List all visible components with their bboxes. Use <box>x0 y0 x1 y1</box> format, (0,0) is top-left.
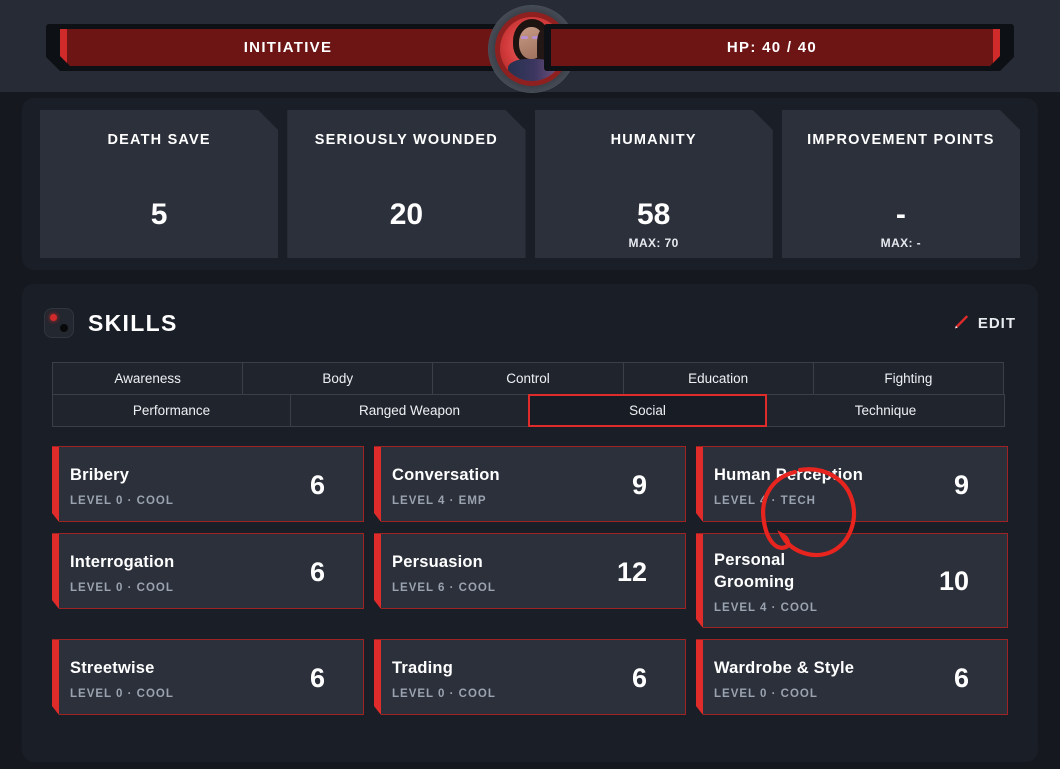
tab-awareness[interactable]: Awareness <box>52 362 244 395</box>
edit-label: EDIT <box>977 314 1016 332</box>
tab-performance[interactable]: Performance <box>52 394 291 427</box>
stat-title: IMPROVEMENT POINTS <box>807 132 995 148</box>
stats-panel: DEATH SAVE 5 SERIOUSLY WOUNDED 20 HUMANITY 58… <box>22 98 1038 270</box>
hp-label: HP: 40 / 40 <box>726 39 818 56</box>
pencil-icon <box>954 315 968 329</box>
skill-value: 6 <box>309 556 325 587</box>
skill-card[interactable]: Personal Grooming LEVEL 4 · COOL 10 <box>696 533 1008 628</box>
skill-name: Human Perception <box>714 465 863 484</box>
skill-value: 6 <box>309 469 325 500</box>
skills-panel: SKILLS EDIT Awareness Body Control Educatio… <box>22 284 1038 762</box>
skill-info: Wardrobe & Style LEVEL 0 · COOL <box>714 657 944 700</box>
skill-card[interactable]: Streetwise LEVEL 0 · COOL 6 <box>52 639 364 715</box>
top-status-bar: INITIATIVE HP: 40 / 40 <box>0 0 1060 92</box>
initiative-label: INITIATIVE <box>243 39 333 56</box>
stats-row: DEATH SAVE 5 SERIOUSLY WOUNDED 20 HUMANITY 58… <box>40 110 1020 258</box>
skill-info: Persuasion LEVEL 6 · COOL <box>392 551 607 594</box>
skill-meta: LEVEL 4 · COOL <box>714 602 818 614</box>
skill-card[interactable]: Conversation LEVEL 4 · EMP 9 <box>374 446 686 522</box>
skill-value: 12 <box>616 556 647 587</box>
stat-value: 5 <box>150 198 168 231</box>
tab-technique[interactable]: Technique <box>766 394 1005 427</box>
skill-meta: LEVEL 0 · COOL <box>70 494 174 507</box>
skill-info: Bribery LEVEL 0 · COOL <box>70 464 300 507</box>
stat-card[interactable]: DEATH SAVE 5 <box>40 110 278 258</box>
skill-category-tabs: Awareness Body Control Education Fighting Per… <box>52 362 1008 427</box>
skill-card[interactable]: Bribery LEVEL 0 · COOL 6 <box>52 446 364 522</box>
stat-title: SERIOUSLY WOUNDED <box>314 132 498 148</box>
skill-value: 9 <box>631 469 647 500</box>
skill-info: Conversation LEVEL 4 · EMP <box>392 464 622 507</box>
dice-pip-dark <box>60 324 68 332</box>
skill-card[interactable]: Wardrobe & Style LEVEL 0 · COOL 6 <box>696 639 1008 715</box>
tab-body[interactable]: Body <box>242 362 434 395</box>
dice-icon <box>44 308 74 338</box>
skill-info: Human Perception LEVEL 4 · TECH <box>714 464 944 507</box>
skill-name: Interrogation <box>70 552 175 571</box>
stat-max: MAX: 70 <box>628 236 679 250</box>
skill-meta: LEVEL 4 · EMP <box>392 494 487 507</box>
skill-grid: Bribery LEVEL 0 · COOL 6 Conversation LEVEL … <box>52 446 1008 715</box>
stat-card[interactable]: HUMANITY 58 MAX: 70 <box>535 110 773 258</box>
page-title: SKILLS <box>88 309 178 336</box>
tab-control[interactable]: Control <box>432 362 624 395</box>
skill-meta: LEVEL 0 · COOL <box>392 687 496 700</box>
character-sheet-app: INITIATIVE HP: 40 / 40 DEATH SAVE 5 SERI… <box>0 0 1060 769</box>
skill-value: 6 <box>953 662 969 693</box>
portrait-eye-left <box>521 36 528 39</box>
stat-value: 20 <box>389 198 424 231</box>
edit-button[interactable]: EDIT <box>950 313 1016 333</box>
stat-title: DEATH SAVE <box>107 132 211 148</box>
tab-social[interactable]: Social <box>528 394 767 427</box>
skill-meta: LEVEL 4 · TECH <box>714 494 816 507</box>
skill-meta: LEVEL 0 · COOL <box>714 687 818 700</box>
skill-meta: LEVEL 6 · COOL <box>392 581 496 594</box>
skill-value: 6 <box>309 662 325 693</box>
tab-education[interactable]: Education <box>622 362 814 395</box>
skill-name: Streetwise <box>70 658 155 677</box>
skills-header: SKILLS EDIT <box>44 304 1016 342</box>
skill-card[interactable]: Trading LEVEL 0 · COOL 6 <box>374 639 686 715</box>
stat-title: HUMANITY <box>610 132 697 148</box>
skill-name: Persuasion <box>392 552 483 571</box>
stat-value: 58 <box>636 198 671 231</box>
hp-bar[interactable]: HP: 40 / 40 <box>544 24 1014 71</box>
skill-name: Bribery <box>70 465 130 484</box>
initiative-bar[interactable]: INITIATIVE <box>46 24 516 71</box>
skill-meta: LEVEL 0 · COOL <box>70 581 174 594</box>
stat-card[interactable]: IMPROVEMENT POINTS - MAX: - <box>782 110 1020 258</box>
skill-card[interactable]: Human Perception LEVEL 4 · TECH 9 <box>696 446 1008 522</box>
skill-card[interactable]: Interrogation LEVEL 0 · COOL 6 <box>52 533 364 609</box>
initiative-bar-fill: INITIATIVE <box>60 29 509 66</box>
tab-ranged-weapon[interactable]: Ranged Weapon <box>290 394 529 427</box>
tab-fighting[interactable]: Fighting <box>812 362 1004 395</box>
skill-name: Personal Grooming <box>714 551 795 591</box>
stat-max: MAX: - <box>880 236 922 250</box>
skill-name: Trading <box>392 658 453 677</box>
skill-name: Conversation <box>392 465 500 484</box>
skill-value: 6 <box>631 662 647 693</box>
skill-value: 9 <box>953 469 969 500</box>
skill-info: Streetwise LEVEL 0 · COOL <box>70 657 300 700</box>
dice-pip-red <box>50 314 57 321</box>
skill-info: Trading LEVEL 0 · COOL <box>392 657 622 700</box>
skill-name: Wardrobe & Style <box>714 658 855 677</box>
skill-info: Interrogation LEVEL 0 · COOL <box>70 551 300 594</box>
stat-card[interactable]: SERIOUSLY WOUNDED 20 <box>287 110 525 258</box>
skill-info: Personal Grooming LEVEL 4 · COOL <box>714 549 929 614</box>
skill-meta: LEVEL 0 · COOL <box>70 687 174 700</box>
skill-card[interactable]: Persuasion LEVEL 6 · COOL 12 <box>374 533 686 609</box>
stat-value: - <box>895 198 906 231</box>
skill-value: 10 <box>938 566 969 596</box>
hp-bar-fill: HP: 40 / 40 <box>551 29 1000 66</box>
